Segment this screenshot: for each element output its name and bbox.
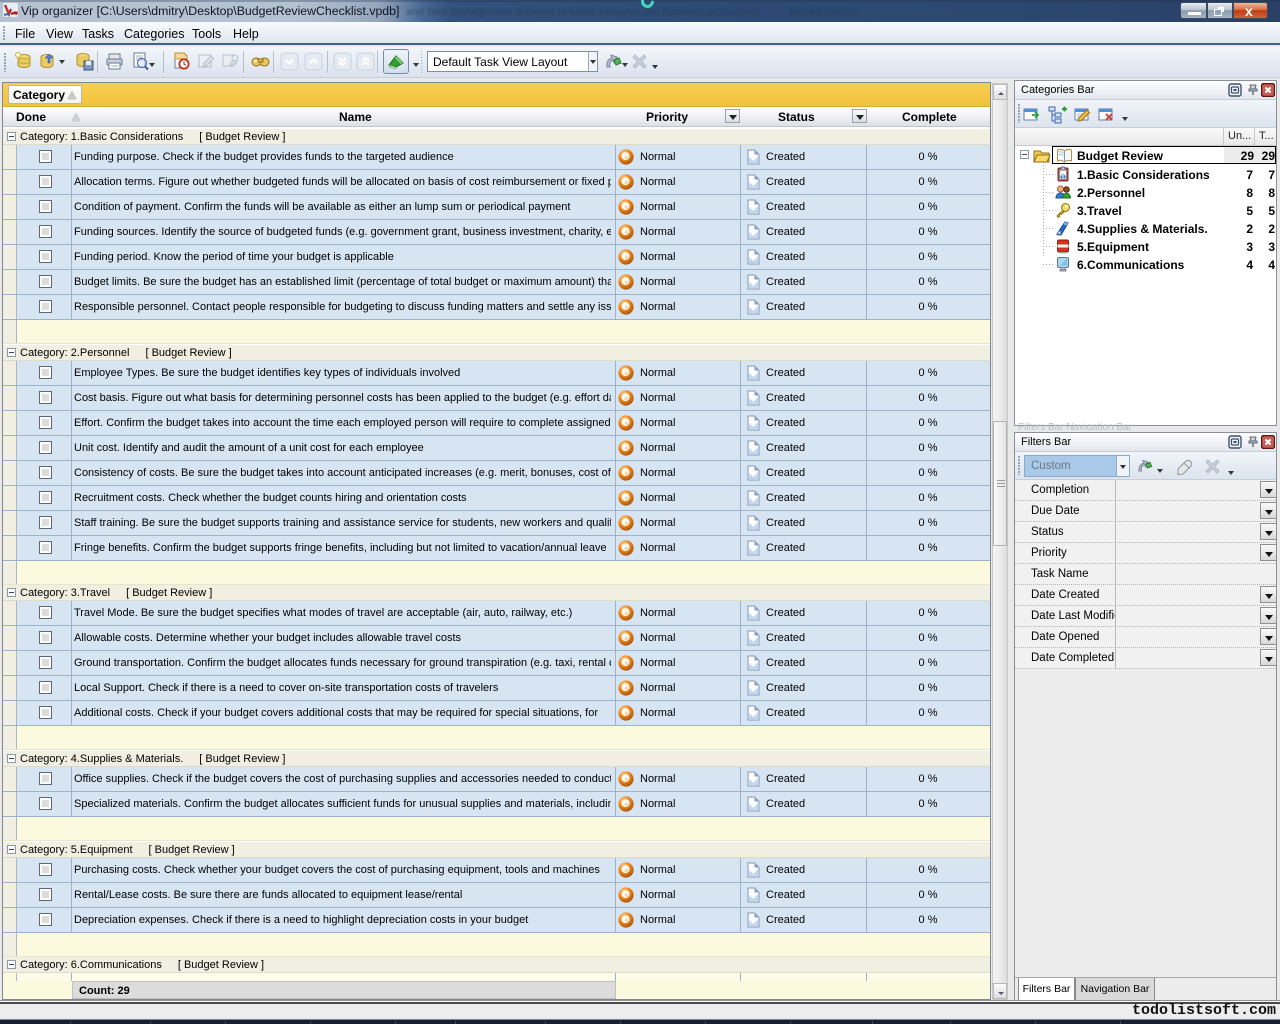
svg-text:5: 5 [1061,175,1064,181]
